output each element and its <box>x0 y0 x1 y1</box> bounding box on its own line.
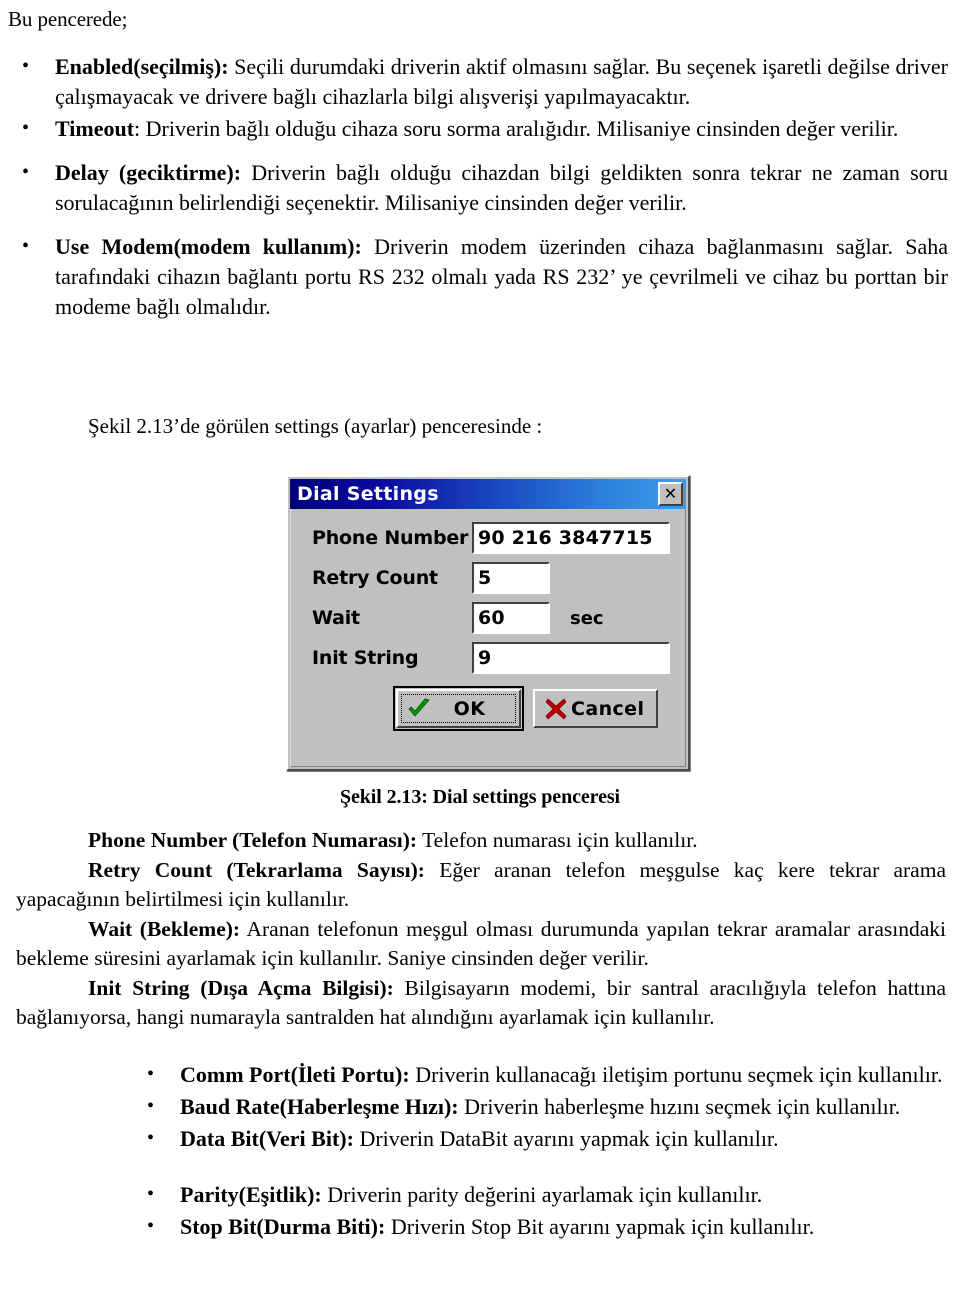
init-string-label: Init String <box>312 647 419 669</box>
list-item-term: Stop Bit(Durma Biti): <box>180 1214 386 1239</box>
cancel-button[interactable]: Cancel <box>533 689 658 728</box>
field-descriptions: Phone Number (Telefon Numarası): Telefon… <box>16 826 946 1033</box>
phone-number-input[interactable]: 90 216 3847715 <box>472 522 670 554</box>
field-row-retry-count: Retry Count 5 <box>312 561 674 595</box>
ok-button[interactable]: OK <box>393 686 524 731</box>
paragraph-term: Wait (Bekleme): <box>88 916 241 941</box>
ok-button-label: OK <box>453 697 486 720</box>
list-item: Parity(Eşitlik): Driverin parity değerin… <box>147 1179 948 1210</box>
list-item-text: Driverin kullanacağı iletişim portunu se… <box>409 1062 943 1087</box>
list-item: Timeout: Driverin bağlı olduğu cihaza so… <box>22 113 950 144</box>
list-item-term: Enabled(seçilmiş): <box>55 54 229 79</box>
intro-line: Bu pencerede; <box>8 7 128 31</box>
paragraph-text: Telefon numarası için kullanılır. <box>417 828 698 852</box>
serial-options-list: Comm Port(İleti Portu): Driverin kullana… <box>147 1059 948 1244</box>
list-item-term: Delay (geciktirme): <box>55 160 242 185</box>
field-row-phone-number: Phone Number 90 216 3847715 <box>312 521 674 555</box>
dial-settings-dialog: Dial Settings ✕ Phone Number 90 216 3847… <box>286 475 690 771</box>
field-row-wait: Wait 60 sec <box>312 601 674 635</box>
retry-count-input[interactable]: 5 <box>472 562 550 594</box>
paragraph: Wait (Bekleme): Aranan telefonun meşgul … <box>16 915 946 974</box>
list-item-term: Timeout <box>55 116 135 141</box>
cancel-button-label: Cancel <box>571 697 645 720</box>
wait-label: Wait <box>312 607 360 629</box>
list-item: Data Bit(Veri Bit): Driverin DataBit aya… <box>147 1123 948 1154</box>
dialog-form: Phone Number 90 216 3847715 Retry Count … <box>288 513 688 769</box>
driver-options-list: Enabled(seçilmiş): Seçili durumdaki driv… <box>22 51 950 324</box>
paragraph-term: Phone Number (Telefon Numarası): <box>88 828 418 852</box>
list-item-term: Parity(Eşitlik): <box>180 1182 322 1207</box>
dialog-titlebar: Dial Settings ✕ <box>290 479 686 509</box>
phone-number-label: Phone Number <box>312 527 469 549</box>
close-x-icon <box>541 697 571 720</box>
list-item: Baud Rate(Haberleşme Hızı): Driverin hab… <box>147 1091 948 1122</box>
paragraph-term: Retry Count (Tekrarlama Sayısı): <box>88 857 425 882</box>
list-item-term: Data Bit(Veri Bit): <box>180 1126 354 1151</box>
list-item-text: Driverin parity değerini ayarlamak için … <box>321 1182 763 1207</box>
list-item: Delay (geciktirme): Driverin bağlı olduğ… <box>22 157 950 218</box>
paragraph: Init String (Dışa Açma Bilgisi): Bilgisa… <box>16 974 946 1033</box>
paragraph: Phone Number (Telefon Numarası): Telefon… <box>16 826 946 856</box>
list-item-text: Driverin haberleşme hızını seçmek için k… <box>458 1094 901 1119</box>
list-item: Enabled(seçilmiş): Seçili durumdaki driv… <box>22 51 950 112</box>
list-item-text: Driverin DataBit ayarını yapmak için kul… <box>353 1126 779 1151</box>
list-item-text: Driverin Stop Bit ayarını yapmak için ku… <box>385 1214 815 1239</box>
list-item: Stop Bit(Durma Biti): Driverin Stop Bit … <box>147 1211 948 1242</box>
close-icon[interactable]: ✕ <box>658 482 683 506</box>
checkmark-icon <box>404 698 434 720</box>
dialog-button-row: OK Cancel <box>393 686 658 731</box>
init-string-input[interactable]: 9 <box>472 642 670 674</box>
list-item-term: Use Modem(modem kullanım): <box>55 234 362 259</box>
figure-caption: Şekil 2.13: Dial settings penceresi <box>339 786 620 808</box>
list-item: Comm Port(İleti Portu): Driverin kullana… <box>147 1059 948 1090</box>
figure-reference: Şekil 2.13’de görülen settings (ayarlar)… <box>88 414 543 438</box>
wait-unit-label: sec <box>570 607 604 629</box>
document-page: Bu pencerede; Enabled(seçilmiş): Seçili … <box>0 0 960 1300</box>
paragraph-term: Init String (Dışa Açma Bilgisi): <box>88 975 394 1000</box>
list-item-term: Baud Rate(Haberleşme Hızı): <box>180 1094 459 1119</box>
list-item: Use Modem(modem kullanım): Driverin mode… <box>22 231 950 322</box>
dialog-title: Dial Settings <box>297 483 439 505</box>
paragraph: Retry Count (Tekrarlama Sayısı): Eğer ar… <box>16 856 946 915</box>
retry-count-label: Retry Count <box>312 567 438 589</box>
wait-input[interactable]: 60 <box>472 602 550 634</box>
list-item-text: : Driverin bağlı olduğu cihaza soru sorm… <box>134 116 899 141</box>
list-item-term: Comm Port(İleti Portu): <box>180 1062 410 1087</box>
field-row-init-string: Init String 9 <box>312 641 674 675</box>
